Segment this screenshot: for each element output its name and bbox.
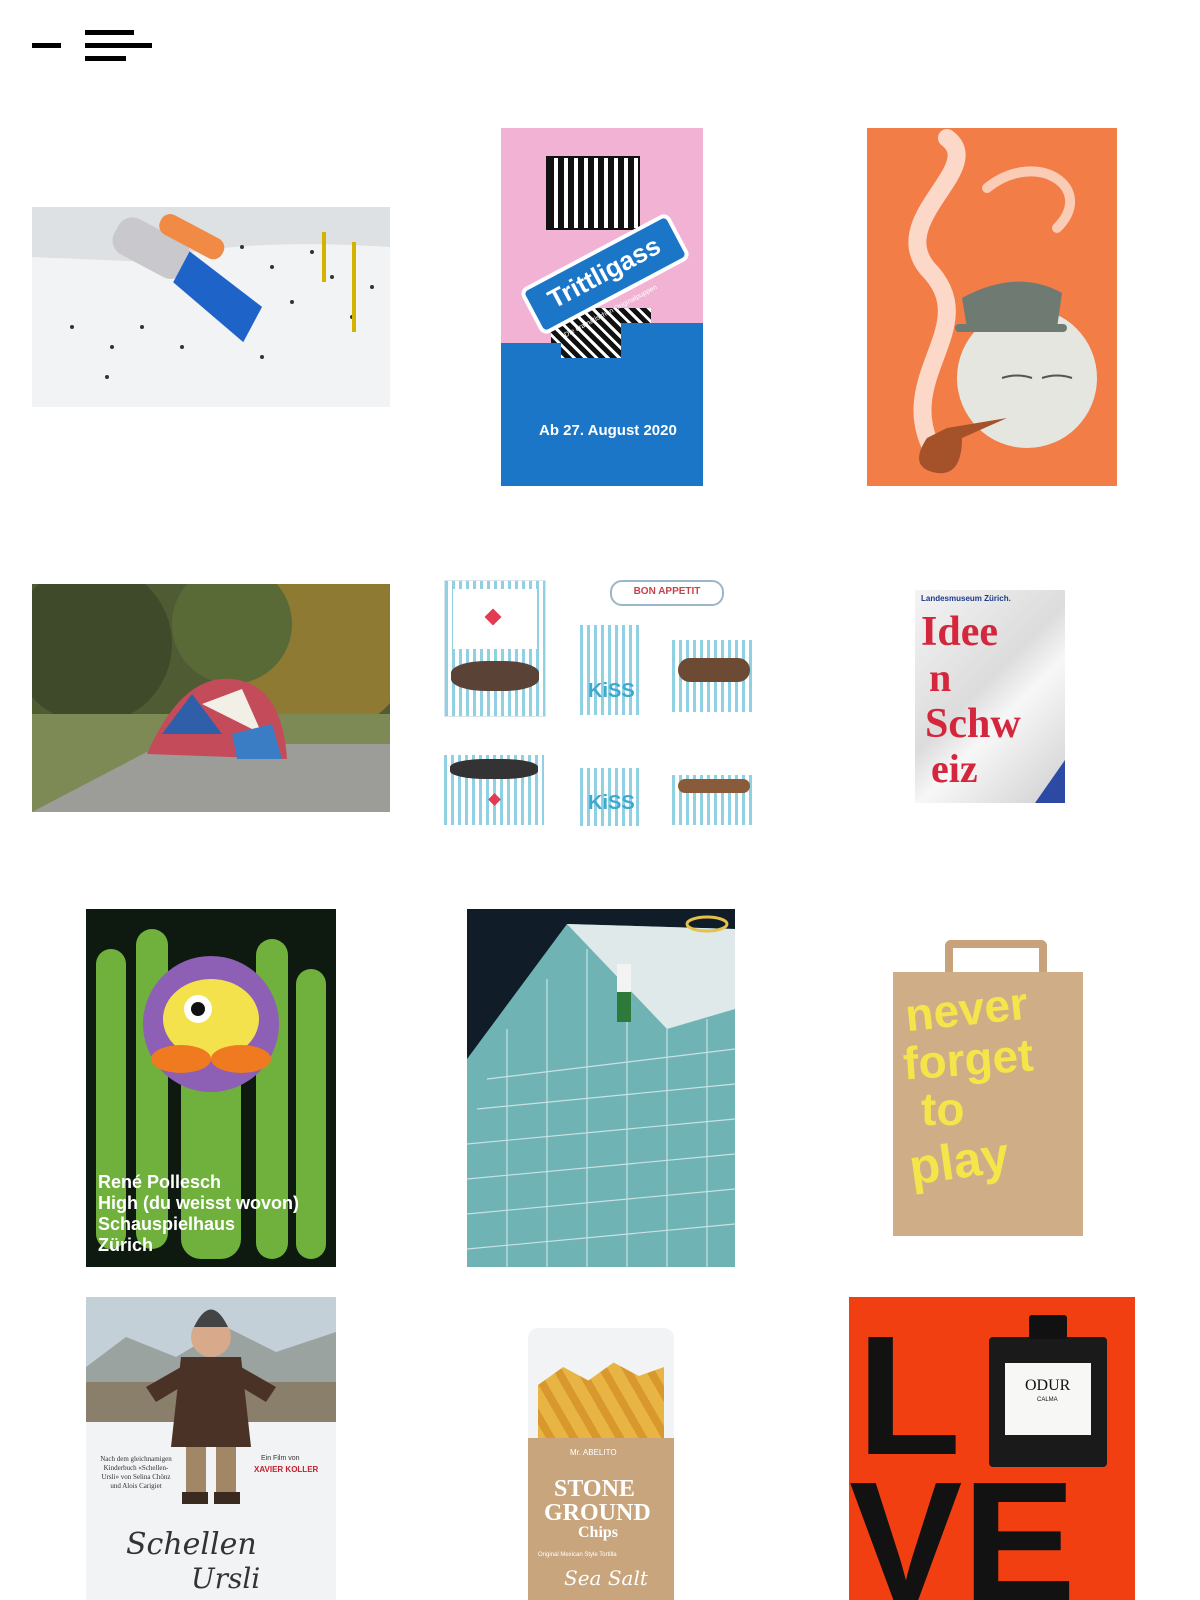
project-ideen-schweiz-poster[interactable]: Landesmuseum Zürich. Idee n Schw eiz [915, 590, 1065, 803]
menu-logo[interactable] [32, 30, 154, 62]
logo-line-3 [85, 56, 126, 61]
blanket-park-image [32, 584, 390, 812]
odur-bottle: ODUR CALMA [989, 1315, 1107, 1467]
odur-brand: ODUR [1025, 1377, 1071, 1394]
love-letters-bottom: VE [849, 1447, 1076, 1600]
pollesch-line-1: René Pollesch [98, 1172, 222, 1192]
project-paper-bag[interactable]: never forget to play [893, 940, 1083, 1236]
project-vacuum-ski[interactable] [32, 207, 390, 407]
ursli-credit-small: Ein Film von [261, 1455, 300, 1462]
logo-line-1 [85, 30, 134, 35]
pollesch-line-2: High (du weisst wovon) [98, 1193, 299, 1213]
kiss-label-1: KiSS [588, 680, 635, 702]
kiss-label-2: KiSS [588, 792, 635, 814]
project-blanket-park[interactable] [32, 584, 390, 812]
ursli-title-2: Ursli [191, 1562, 261, 1595]
ideen-line-2: n [929, 655, 952, 700]
bon-appetit-banner: BON APPETIT [610, 580, 724, 606]
pollesch-line-4: Zürich [98, 1235, 154, 1255]
chips-line-3: Chips [578, 1524, 619, 1541]
chips-brand: Mr. ABELITO [570, 1448, 617, 1457]
box-closed-1 [444, 755, 544, 825]
chips-flavor: Sea Salt [564, 1566, 648, 1590]
box-closed-2 [672, 775, 756, 825]
box-kiss-2: KiSS [580, 768, 640, 826]
ursli-note-text: Nach dem gleichnamigen Kinderbuch «Schel… [100, 1455, 172, 1490]
stair-step-2 [621, 323, 703, 363]
chips-window [528, 1328, 674, 1453]
pollesch-line-3: Schauspielhaus [98, 1214, 236, 1234]
box-open-small [672, 640, 756, 712]
banner-text: BON APPETIT [633, 586, 701, 597]
ideen-line-4: eiz [931, 746, 978, 791]
project-pollesch-poster[interactable]: René Pollesch High (du weisst wovon) Sch… [86, 909, 336, 1267]
ursli-director: XAVIER KOLLER [254, 1465, 319, 1474]
project-chips-bag[interactable]: Mr. ABELITO STONE GROUND Chips Original … [528, 1328, 674, 1600]
project-odur-love[interactable]: L VE ODUR CALMA [849, 1297, 1135, 1600]
ideen-line-3: Schw [925, 701, 1021, 747]
project-pipe-moon-poster[interactable] [867, 128, 1117, 486]
accordion-graphic [546, 156, 640, 230]
museum-header: Landesmuseum Zürich. [921, 594, 1011, 603]
box-kiss-1: KiSS [580, 625, 640, 715]
ursli-note: Nach dem gleichnamigen Kinderbuch «Schel… [96, 1455, 176, 1491]
chips-line-2: GROUND [544, 1500, 651, 1526]
ski-building-image [467, 909, 735, 1267]
stair-step [501, 343, 561, 363]
bag-line-3: to [921, 1083, 965, 1135]
ursli-title-1: Schellen [126, 1527, 257, 1562]
box-open-large [444, 580, 546, 717]
project-ski-building[interactable] [467, 909, 735, 1267]
pipe-moon-image [908, 129, 1097, 474]
project-schellen-ursli-poster[interactable]: Ein Film von XAVIER KOLLER Nach dem glei… [86, 1297, 336, 1600]
trittligass-title: Trittligass [542, 230, 666, 315]
chips-line-1: STONE [554, 1476, 635, 1502]
chips-tag: Original Mexican Style Tortilla [538, 1552, 617, 1558]
vacuum-ski-image [32, 207, 390, 407]
odur-sub: CALMA [1037, 1397, 1058, 1403]
project-trittligass-poster[interactable]: Trittligass Die dramatischen Originalpup… [501, 128, 703, 486]
ideen-line-1: Idee [921, 609, 998, 655]
project-kiss-boxes[interactable]: BON APPETIT KiSS KiSS [440, 570, 770, 835]
trittligass-date: Ab 27. August 2020 [539, 422, 677, 439]
blue-corner [1035, 760, 1065, 803]
logo-line-2 [85, 43, 152, 48]
logo-dash [32, 43, 61, 48]
